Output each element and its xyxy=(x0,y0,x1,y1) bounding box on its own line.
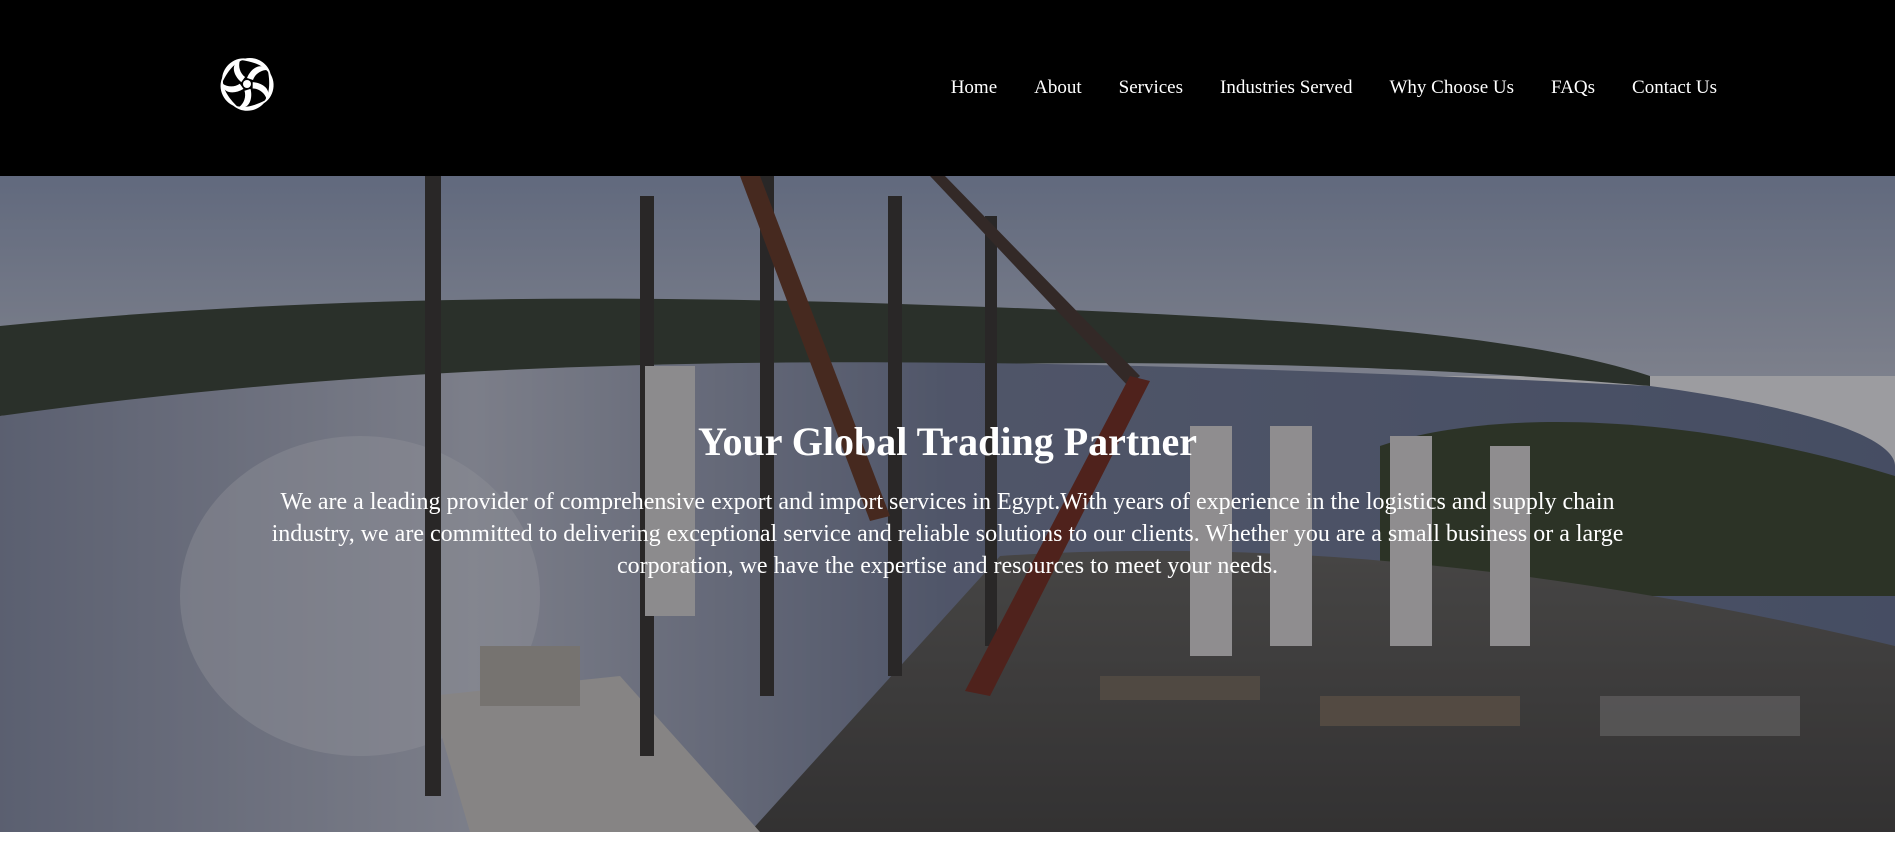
hero-description: We are a leading provider of comprehensi… xyxy=(271,489,1624,579)
hero-section: Your Global Trading Partner We are a lea… xyxy=(0,176,1895,832)
site-header: Home About Services Industries Served Wh… xyxy=(0,0,1895,176)
hero-title: Your Global Trading Partner xyxy=(698,419,1197,464)
nav-contact-us[interactable]: Contact Us xyxy=(1632,74,1717,102)
nav-industries-served[interactable]: Industries Served xyxy=(1220,74,1352,102)
nav-faqs[interactable]: FAQs xyxy=(1551,74,1595,102)
page-bottom-strip xyxy=(0,832,1895,855)
flower-swirl-logo-icon[interactable] xyxy=(215,52,279,116)
nav-about[interactable]: About xyxy=(1034,74,1082,102)
main-nav: Home About Services Industries Served Wh… xyxy=(914,74,1717,102)
nav-services[interactable]: Services xyxy=(1119,74,1183,102)
page: Home About Services Industries Served Wh… xyxy=(0,0,1895,855)
nav-why-choose-us[interactable]: Why Choose Us xyxy=(1389,74,1514,102)
nav-home[interactable]: Home xyxy=(951,74,997,102)
